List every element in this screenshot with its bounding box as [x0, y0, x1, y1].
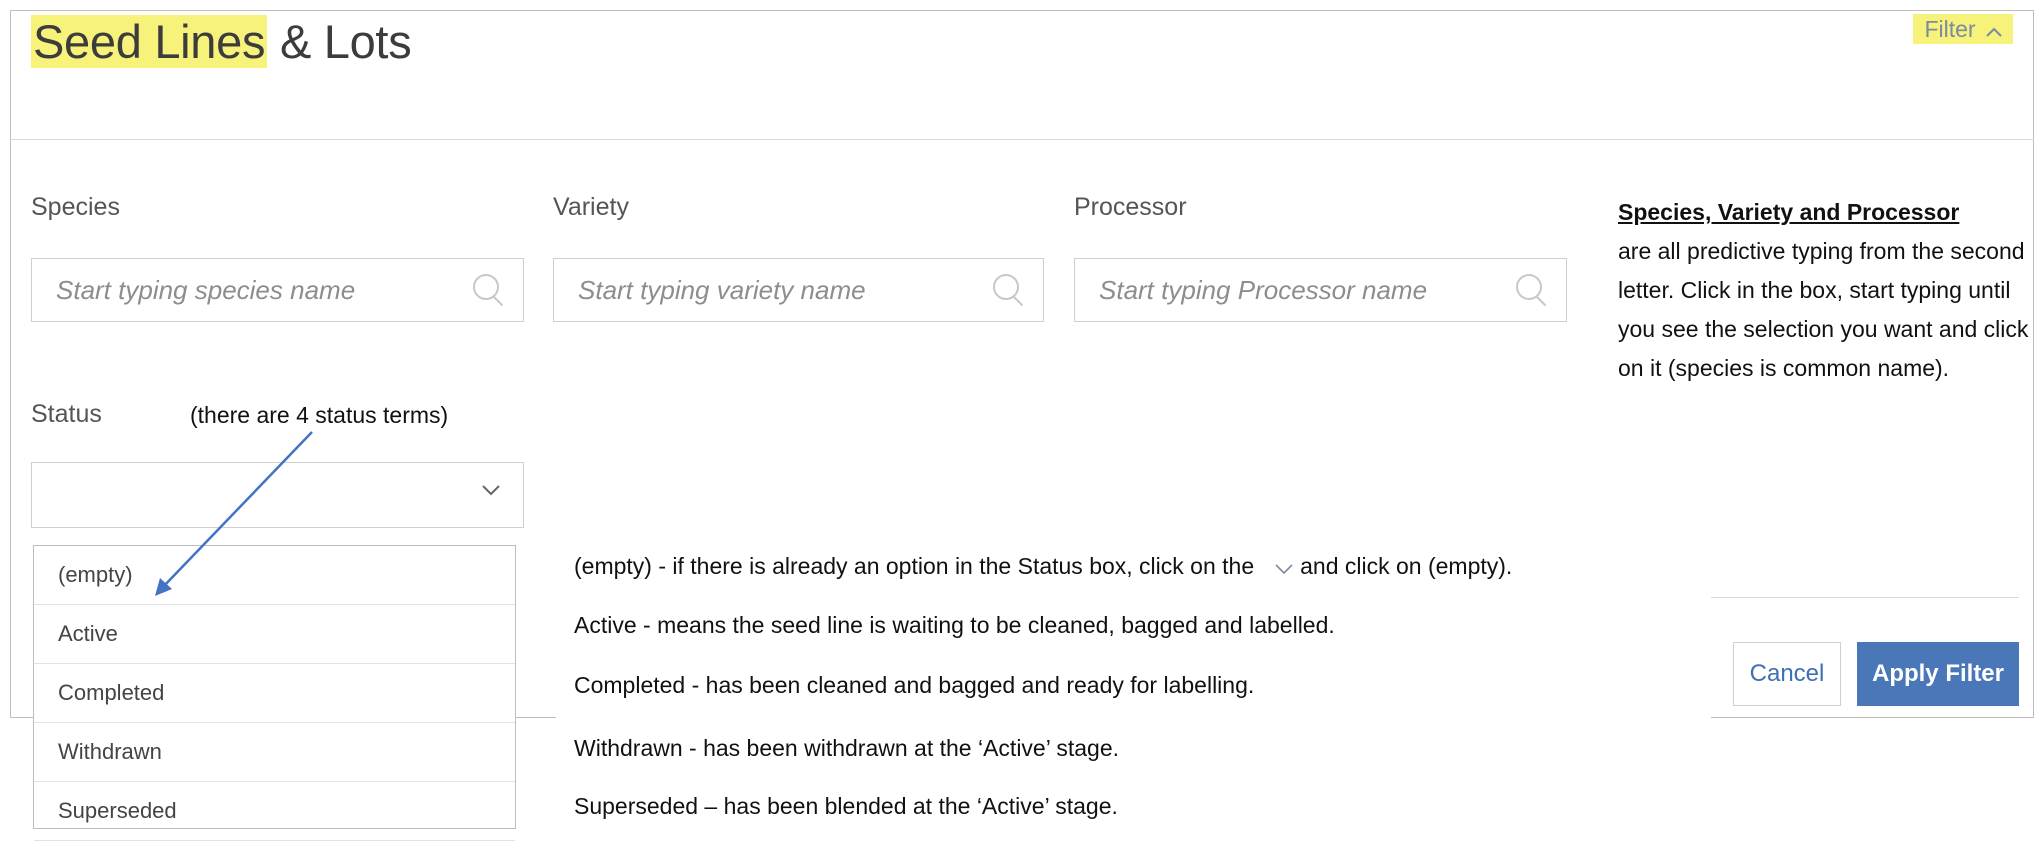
- title-highlight: Seed Lines: [31, 15, 268, 68]
- search-icon: [1516, 274, 1548, 307]
- processor-input[interactable]: Start typing Processor name: [1074, 258, 1567, 322]
- status-option-empty[interactable]: (empty): [34, 546, 515, 605]
- title-rest: & Lots: [267, 15, 412, 68]
- apply-filter-button[interactable]: Apply Filter: [1857, 642, 2019, 706]
- variety-placeholder: Start typing variety name: [578, 274, 866, 305]
- cancel-button[interactable]: Cancel: [1733, 642, 1841, 706]
- completed-description: Completed - has been cleaned and bagged …: [574, 672, 1255, 698]
- footer-divider: [1711, 597, 2019, 598]
- status-annotation: (there are 4 status terms): [190, 402, 449, 428]
- species-placeholder: Start typing species name: [56, 274, 356, 305]
- search-icon: [993, 274, 1025, 307]
- species-input[interactable]: Start typing species name: [31, 258, 524, 322]
- empty-description: (empty) - if there is already an option …: [574, 553, 1512, 581]
- variety-label: Variety: [553, 193, 629, 221]
- help-note-title: Species, Variety and Processor: [1618, 199, 1960, 225]
- variety-input[interactable]: Start typing variety name: [553, 258, 1044, 322]
- status-option-active[interactable]: Active: [34, 605, 515, 664]
- empty-desc-before: (empty) - if there is already an option …: [574, 553, 1255, 579]
- chevron-down-icon[interactable]: [481, 483, 501, 502]
- status-select[interactable]: [31, 462, 524, 528]
- status-option-withdrawn[interactable]: Withdrawn: [34, 723, 515, 782]
- status-label: Status: [31, 400, 102, 428]
- header-divider: [10, 139, 2034, 140]
- filter-label: Filter: [1924, 16, 1976, 42]
- fields-help-note: Species, Variety and Processor are all pr…: [1618, 193, 2036, 388]
- species-label: Species: [31, 193, 120, 221]
- processor-label: Processor: [1074, 193, 1187, 221]
- status-option-superseded[interactable]: Superseded: [34, 782, 515, 841]
- page-title: Seed Lines & Lots: [31, 14, 412, 69]
- empty-desc-after: and click on (empty).: [1300, 553, 1513, 579]
- status-dropdown: (empty) Active Completed Withdrawn Super…: [33, 545, 516, 841]
- help-note-body: are all predictive typing from the secon…: [1618, 238, 2029, 381]
- chevron-down-icon: [1274, 554, 1294, 581]
- superseded-description: Superseded – has been blended at the ‘Ac…: [574, 793, 1118, 819]
- status-option-completed[interactable]: Completed: [34, 664, 515, 723]
- processor-placeholder: Start typing Processor name: [1099, 274, 1428, 305]
- filter-toggle-button[interactable]: Filter: [1913, 14, 2013, 44]
- chevron-up-icon: [1985, 16, 2002, 46]
- withdrawn-description: Withdrawn - has been withdrawn at the ‘A…: [574, 735, 1120, 761]
- search-icon: [473, 274, 505, 307]
- active-description: Active - means the seed line is waiting …: [574, 612, 1335, 638]
